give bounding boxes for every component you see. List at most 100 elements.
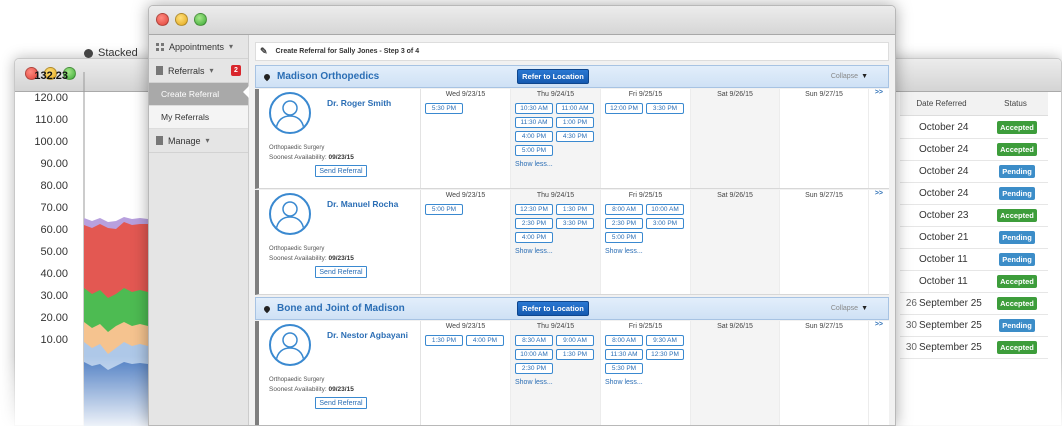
time-slot-button[interactable]: 12:00 PM	[605, 103, 643, 114]
doctor-name[interactable]: Dr. Manuel Rocha	[327, 199, 398, 209]
status-header[interactable]: Status	[983, 92, 1048, 115]
chart-legend[interactable]: Stacked	[84, 47, 138, 59]
time-slot-button[interactable]: 4:30 PM	[556, 131, 594, 142]
table-row[interactable]: October 24 Pending	[900, 161, 1048, 183]
next-days-link[interactable]: >>	[875, 190, 883, 197]
sidebar: Appointments ▾ Referrals ▾ 2 Create Refe…	[149, 35, 249, 425]
time-slot-button[interactable]: 1:30 PM	[556, 349, 594, 360]
time-slot-button[interactable]: 4:00 PM	[515, 232, 553, 243]
time-slot-button[interactable]: 11:30 AM	[515, 117, 553, 128]
y-tick-label: 60.00	[40, 224, 68, 236]
time-slot-button[interactable]: 10:00 AM	[646, 204, 684, 215]
sidebar-item-my-referrals[interactable]: My Referrals	[149, 106, 248, 129]
show-less-link[interactable]: Show less...	[515, 159, 557, 170]
sidebar-item-appointments[interactable]: Appointments ▾	[149, 35, 248, 59]
time-slot-button[interactable]: 5:00 PM	[605, 232, 643, 243]
send-referral-button[interactable]: Send Referral	[315, 397, 367, 409]
time-slot-button[interactable]: 12:30 PM	[646, 349, 684, 360]
sidebar-item-create-referral[interactable]: Create Referral	[149, 83, 249, 106]
sidebar-item-manage[interactable]: Manage ▾	[149, 129, 248, 153]
time-slot-button[interactable]: 2:30 PM	[605, 218, 643, 229]
table-row[interactable]: October 23 Accepted	[900, 205, 1048, 227]
show-less-link[interactable]: Show less...	[515, 377, 557, 388]
doctor-name[interactable]: Dr. Roger Smith	[327, 98, 391, 108]
time-slot-button[interactable]: 11:30 AM	[605, 349, 643, 360]
day-column: Thu 9/24/15 8:30 AM 9:00 AM 10:00 AM 1:30 PM…	[511, 321, 601, 425]
doctor-name[interactable]: Dr. Nestor Agbayani	[327, 330, 408, 340]
minimize-window-button[interactable]	[175, 13, 188, 26]
sidebar-item-referrals[interactable]: Referrals ▾ 2	[149, 59, 248, 83]
y-tick-label: 80.00	[40, 180, 68, 192]
time-slot-button[interactable]: 3:00 PM	[646, 218, 684, 229]
show-less-link[interactable]: Show less...	[605, 377, 647, 388]
close-window-button[interactable]	[156, 13, 169, 26]
time-slot-button[interactable]: 11:00 AM	[556, 103, 594, 114]
time-slot-button[interactable]: 9:00 AM	[556, 335, 594, 346]
refer-to-location-button[interactable]: Refer to Location	[517, 69, 589, 84]
collapse-toggle[interactable]: Collapse ▼	[831, 73, 868, 80]
time-slot-button[interactable]: 5:00 PM	[515, 145, 553, 156]
referrals-label: Referrals	[168, 65, 205, 76]
chevron-down-icon: ▾	[205, 136, 210, 145]
send-referral-button[interactable]: Send Referral	[315, 266, 367, 278]
time-slot-button[interactable]: 2:30 PM	[515, 363, 553, 374]
time-slot-button[interactable]: 4:00 PM	[515, 131, 553, 142]
time-slot-button[interactable]: 10:30 AM	[515, 103, 553, 114]
time-slot-button[interactable]: 5:00 PM	[425, 204, 463, 215]
next-days-link[interactable]: >>	[875, 321, 883, 328]
soonest-availability: Soonest Availability: 09/23/15	[269, 386, 354, 393]
time-slot-button[interactable]: 8:00 AM	[605, 204, 643, 215]
time-slot-button[interactable]: 8:30 AM	[515, 335, 553, 346]
refer-to-location-button[interactable]: Refer to Location	[517, 301, 589, 316]
time-slot-button[interactable]: 10:00 AM	[515, 349, 553, 360]
table-row[interactable]: October 21 Pending	[900, 227, 1048, 249]
table-row[interactable]: 30 September 25 Pending	[900, 315, 1048, 337]
time-slot-button[interactable]: 12:30 PM	[515, 204, 553, 215]
truncated-cell: 26	[905, 298, 917, 309]
day-header: Thu 9/24/15	[536, 323, 575, 330]
my-referrals-label: My Referrals	[161, 112, 210, 122]
soonest-date: 09/23/15	[328, 154, 354, 161]
zoom-window-button[interactable]	[194, 13, 207, 26]
next-days-link[interactable]: >>	[875, 89, 883, 96]
time-slot-button[interactable]: 4:00 PM	[466, 335, 504, 346]
doctor-row: Dr. Nestor Agbayani Orthopaedic Surgery So…	[255, 321, 889, 425]
calendar-grid-icon	[156, 42, 164, 51]
time-slot-button[interactable]: 9:30 AM	[646, 335, 684, 346]
time-slot-button[interactable]: 5:30 PM	[605, 363, 643, 374]
y-tick-label: 10.00	[40, 334, 68, 346]
show-less-link[interactable]: Show less...	[605, 246, 647, 257]
time-slot-button[interactable]: 1:00 PM	[556, 117, 594, 128]
table-row[interactable]: October 24 Accepted	[900, 117, 1048, 139]
time-slot-button[interactable]: 5:30 PM	[425, 103, 463, 114]
date-referred-cell: October 23	[919, 210, 969, 221]
step-title: Create Referral for Sally Jones - Step 3…	[275, 48, 420, 55]
status-badge: Accepted	[997, 275, 1037, 288]
map-pin-icon	[262, 304, 272, 313]
doctor-specialty: Orthopaedic Surgery	[269, 377, 325, 383]
table-row[interactable]: October 11 Pending	[900, 249, 1048, 271]
appointments-label: Appointments	[169, 41, 225, 52]
time-slot-button[interactable]: 2:30 PM	[515, 218, 553, 229]
time-slot-button[interactable]: 8:00 AM	[605, 335, 643, 346]
truncated-cell: 30	[905, 320, 917, 331]
date-referred-cell: September 25	[919, 320, 982, 331]
time-slot-button[interactable]: 1:30 PM	[425, 335, 463, 346]
show-less-link[interactable]: Show less...	[515, 246, 557, 257]
y-tick-label: 20.00	[40, 312, 68, 324]
day-column: Fri 9/25/15 8:00 AM 10:00 AM 2:30 PM 3:00 PM…	[601, 190, 691, 294]
table-row[interactable]: October 24 Accepted	[900, 139, 1048, 161]
time-slot-button[interactable]: 3:30 PM	[556, 218, 594, 229]
day-header: Thu 9/24/15	[536, 192, 575, 199]
collapse-toggle[interactable]: Collapse ▼	[831, 305, 868, 312]
table-row[interactable]: October 24 Pending	[900, 183, 1048, 205]
map-pin-icon	[262, 72, 272, 81]
table-row[interactable]: October 11 Accepted	[900, 271, 1048, 293]
day-header: Sat 9/26/15	[717, 323, 753, 330]
time-slot-button[interactable]: 1:30 PM	[556, 204, 594, 215]
table-row[interactable]: 26 September 25 Accepted	[900, 293, 1048, 315]
send-referral-button[interactable]: Send Referral	[315, 165, 367, 177]
date-referred-header[interactable]: Date Referred	[900, 92, 983, 115]
time-slot-button[interactable]: 3:30 PM	[646, 103, 684, 114]
y-tick-label: 120.00	[34, 92, 68, 104]
